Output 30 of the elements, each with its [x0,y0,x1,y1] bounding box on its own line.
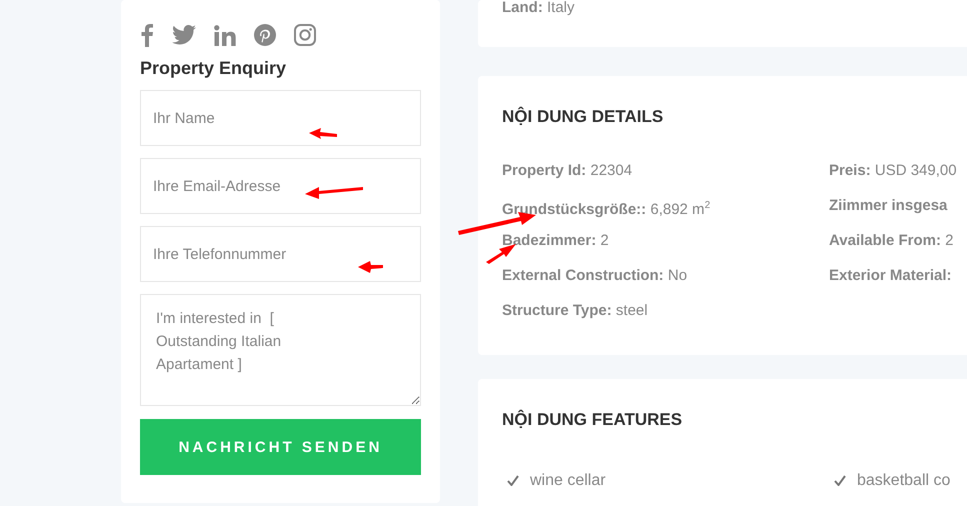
check-icon [507,475,519,486]
form-title: Property Enquiry [140,58,288,79]
feature-item: basketball co [857,472,950,490]
detail-item: External Construction: No [502,266,688,286]
annotation-arrow [305,186,363,199]
section-title: NỘI DUNG DETAILS [502,106,664,128]
annotation-arrow [358,261,383,273]
detail-item: Badezimmer: 2 [502,231,610,251]
detail-item: Preis: USD 349,00 [829,161,958,181]
facebook-icon[interactable] [140,23,154,47]
detail-item: Exterior Material: [829,266,953,286]
detail-item: Available From: 2 [829,231,954,251]
input-field[interactable]: Ihr Name [140,90,421,146]
detail-item: Property Id: 22304 [502,161,634,181]
detail-item: Grundstücksgröße:: 6,892 m$^{2}$ [502,199,712,220]
send-button[interactable]: NACHRICHT SENDEN [140,419,421,475]
twitter-icon[interactable] [172,25,196,45]
linkedin-icon[interactable] [214,24,236,46]
message-field[interactable]: I'm interested in [ Outstanding Italian Apartament ] [140,294,421,406]
detail-item: Structure Type: steel [502,301,649,321]
input-field[interactable]: Ihre Email-Adresse [140,158,421,214]
check-icon [834,475,846,486]
annotation-arrow [309,128,337,139]
instagram-icon[interactable] [294,24,316,46]
input-field[interactable]: Ihre Telefonnummer [140,226,421,282]
detail-item: Ziimmer insgesa [829,196,948,216]
detail-item: Land: Italy [502,0,575,18]
pinterest-icon[interactable] [254,24,276,46]
section-title: NỘI DUNG FEATURES [502,408,684,431]
feature-item: wine cellar [530,472,606,490]
